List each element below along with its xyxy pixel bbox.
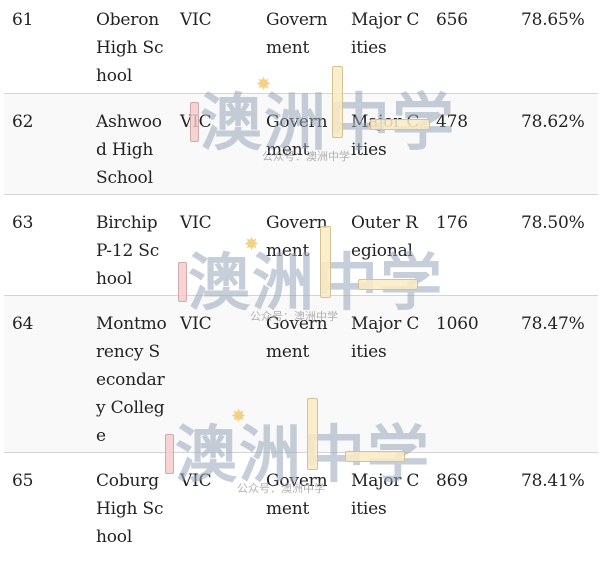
region-cell: Major Cities <box>351 314 420 362</box>
school-name-cell: Birchip P-12 School <box>96 213 160 289</box>
sector-cell: Government <box>266 314 328 362</box>
school-name-cell: Montmorency Secondary College <box>96 314 167 446</box>
percent-cell: 78.47% <box>521 314 585 334</box>
sector-cell: Government <box>266 471 328 519</box>
school-name-cell: Oberon High School <box>96 10 164 86</box>
table-row: 63 Birchip P-12 School VIC Government Ou… <box>4 195 598 296</box>
percent-cell: 78.65% <box>521 10 585 30</box>
table-row: 62 Ashwood High School VIC Government Ma… <box>4 94 598 195</box>
count-cell: 478 <box>436 112 468 132</box>
rank-cell: 63 <box>12 213 34 233</box>
region-cell: Major Cities <box>351 471 420 519</box>
rank-cell: 64 <box>12 314 34 334</box>
state-cell: VIC <box>180 10 212 30</box>
sector-cell: Government <box>266 213 328 261</box>
count-cell: 176 <box>436 213 468 233</box>
count-cell: 1060 <box>436 314 479 334</box>
table-row: 61 Oberon High School VIC Government Maj… <box>4 0 598 94</box>
rank-cell: 62 <box>12 112 34 132</box>
region-cell: Outer Regional <box>351 213 418 261</box>
percent-cell: 78.62% <box>521 112 585 132</box>
percent-cell: 78.50% <box>521 213 585 233</box>
table-row: 64 Montmorency Secondary College VIC Gov… <box>4 296 598 453</box>
state-cell: VIC <box>180 314 212 334</box>
rank-cell: 65 <box>12 471 34 491</box>
table-row: 65 Coburg High School VIC Government Maj… <box>4 453 598 563</box>
percent-cell: 78.41% <box>521 471 585 491</box>
count-cell: 869 <box>436 471 468 491</box>
sector-cell: Government <box>266 112 328 160</box>
region-cell: Major Cities <box>351 112 420 160</box>
state-cell: VIC <box>180 213 212 233</box>
region-cell: Major Cities <box>351 10 420 58</box>
state-cell: VIC <box>180 471 212 491</box>
state-cell: VIC <box>180 112 212 132</box>
count-cell: 656 <box>436 10 468 30</box>
school-ranking-table: 61 Oberon High School VIC Government Maj… <box>4 0 598 563</box>
school-name-cell: Coburg High School <box>96 471 164 547</box>
rank-cell: 61 <box>12 10 34 30</box>
sector-cell: Government <box>266 10 328 58</box>
school-name-cell: Ashwood High School <box>96 112 162 188</box>
